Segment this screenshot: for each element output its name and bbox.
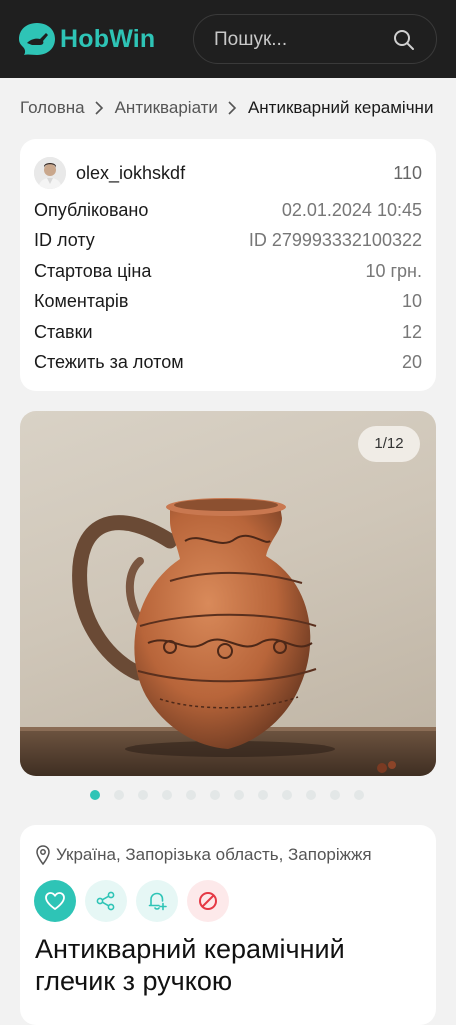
location-pin-icon: [36, 845, 50, 865]
jug-photo: [20, 498, 436, 776]
info-value: ID 279993332100322: [248, 230, 422, 250]
search-input[interactable]: [214, 27, 384, 53]
carousel-dot[interactable]: [138, 790, 148, 800]
seller-rating: 110: [393, 163, 422, 183]
info-row-lot-id: ID лоту ID 279993332100322: [34, 230, 422, 254]
search-box[interactable]: [193, 14, 437, 64]
info-label: Стартова ціна: [34, 261, 152, 281]
chevron-right-icon: [95, 100, 103, 115]
carousel-dot[interactable]: [306, 790, 316, 800]
info-row-watchers: Стежить за лотом 20: [34, 352, 422, 376]
info-label: Коментарів: [34, 291, 129, 311]
lot-title: Антикварний керамічний глечик з ручкою: [35, 934, 345, 996]
top-bar: HobWin: [0, 0, 456, 78]
info-row-comments: Коментарів 10: [34, 291, 422, 315]
carousel-dot[interactable]: [330, 790, 340, 800]
info-value: 02.01.2024 10:45: [281, 200, 422, 220]
info-label: Ставки: [34, 322, 93, 342]
heart-icon: [45, 892, 65, 910]
logo-icon: [19, 23, 55, 55]
photo-counter: 1/12: [358, 426, 420, 462]
info-label: ID лоту: [34, 230, 95, 250]
logo[interactable]: HobWin: [18, 22, 155, 56]
carousel-dot[interactable]: [210, 790, 220, 800]
lot-info-card: olex_iokhskdf 110 Опубліковано 02.01.202…: [20, 139, 436, 391]
location: Україна, Запорізька область, Запоріжжя: [35, 845, 372, 865]
seller-name[interactable]: olex_iokhskdf: [76, 163, 185, 184]
carousel-dot[interactable]: [282, 790, 292, 800]
seller-row[interactable]: olex_iokhskdf 110: [34, 157, 422, 189]
logo-text: HobWin: [60, 24, 156, 53]
breadcrumb-current: Антикварний керамічни: [247, 97, 434, 117]
info-label: Опубліковано: [34, 200, 149, 220]
carousel-dot[interactable]: [258, 790, 268, 800]
chevron-right-icon: [228, 100, 237, 115]
breadcrumb-home[interactable]: Головна: [20, 98, 85, 118]
info-row-bids: Ставки 12: [34, 322, 422, 346]
breadcrumb-category[interactable]: Антикваріати: [115, 98, 218, 118]
carousel-dot[interactable]: [354, 790, 364, 800]
carousel-dot[interactable]: [234, 790, 244, 800]
search-icon[interactable]: [392, 28, 416, 52]
carousel-dot[interactable]: [90, 790, 100, 800]
share-button[interactable]: [85, 880, 127, 922]
info-row-start-price: Стартова ціна 10 грн.: [34, 261, 422, 285]
info-value: 12: [401, 322, 422, 342]
share-icon: [96, 891, 115, 911]
report-button[interactable]: [187, 880, 229, 922]
carousel-dot[interactable]: [114, 790, 124, 800]
lot-detail-card: Україна, Запорізька область, Запоріжжя А…: [20, 825, 436, 1025]
carousel-dot[interactable]: [162, 790, 172, 800]
info-value: 10: [401, 291, 422, 311]
favorite-button[interactable]: [34, 880, 76, 922]
info-value: 10 грн.: [365, 261, 422, 281]
info-value: 20: [401, 352, 422, 372]
breadcrumb: Головна Антикваріати Антикварний керамічни: [20, 97, 456, 121]
bell-plus-icon: [148, 892, 167, 911]
location-text: Україна, Запорізька область, Запоріжжя: [56, 845, 372, 864]
block-icon: [199, 892, 217, 910]
subscribe-button[interactable]: [136, 880, 178, 922]
avatar[interactable]: [34, 157, 66, 189]
photo-gallery[interactable]: 1/12: [20, 411, 436, 776]
carousel-dot[interactable]: [186, 790, 196, 800]
info-label: Стежить за лотом: [34, 352, 184, 372]
info-row-published: Опубліковано 02.01.2024 10:45: [34, 200, 422, 224]
